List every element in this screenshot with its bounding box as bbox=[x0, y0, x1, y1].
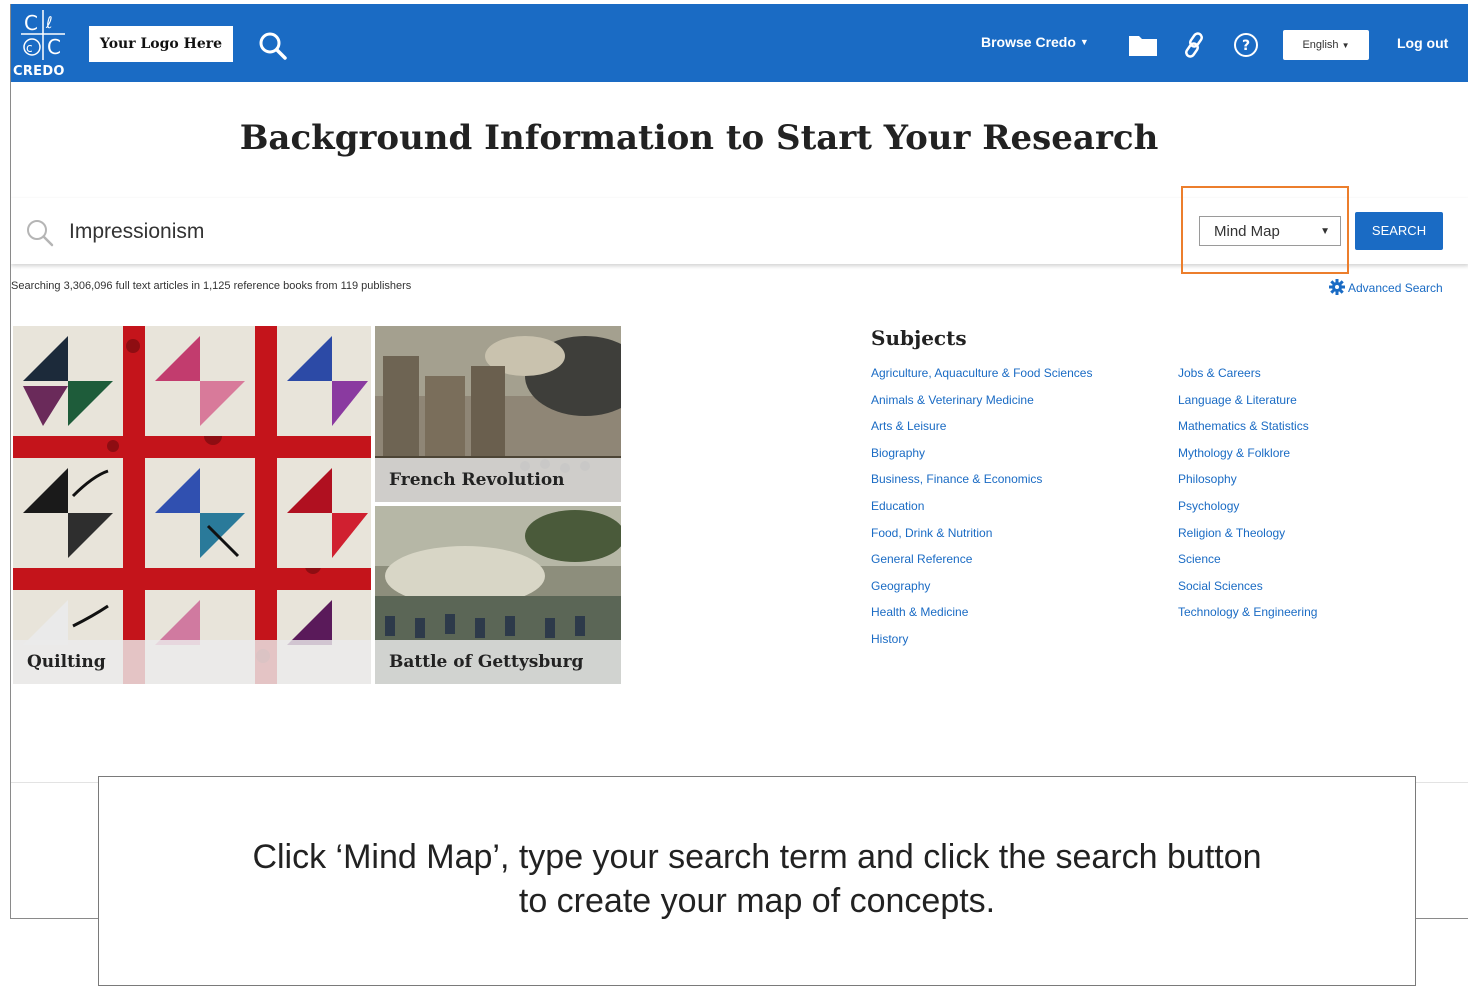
subject-link[interactable]: General Reference bbox=[871, 552, 1092, 579]
chevron-down-icon: ▼ bbox=[1341, 41, 1350, 50]
svg-text:C: C bbox=[24, 11, 38, 35]
tile-label: French Revolution bbox=[375, 458, 621, 502]
subject-link[interactable]: Agriculture, Aquaculture & Food Sciences bbox=[871, 366, 1092, 393]
caption-line-2: to create your map of concepts. bbox=[518, 882, 996, 920]
tile-label: Battle of Gettysburg bbox=[375, 640, 621, 684]
subject-link[interactable]: Education bbox=[871, 499, 1092, 526]
mind-map-highlight bbox=[1181, 186, 1349, 274]
subject-link[interactable]: Language & Literature bbox=[1178, 393, 1317, 420]
logout-link[interactable]: Log out bbox=[1397, 35, 1448, 51]
subject-link[interactable]: Arts & Leisure bbox=[871, 419, 1092, 446]
chevron-down-icon: ▼ bbox=[1079, 37, 1089, 47]
institution-logo[interactable]: Your Logo Here bbox=[89, 26, 233, 62]
subject-link[interactable]: Mathematics & Statistics bbox=[1178, 419, 1317, 446]
advanced-search-link[interactable]: Advanced Search bbox=[1329, 279, 1443, 295]
page-title: Background Information to Start Your Res… bbox=[239, 118, 1159, 158]
subject-link[interactable]: Jobs & Careers bbox=[1178, 366, 1317, 393]
subject-link[interactable]: Social Sciences bbox=[1178, 579, 1317, 606]
credo-wordmark: CREDO bbox=[13, 64, 65, 79]
subjects-column-1: Agriculture, Aquaculture & Food Sciences… bbox=[871, 366, 1092, 659]
gear-icon bbox=[1329, 279, 1345, 295]
subject-link[interactable]: Mythology & Folklore bbox=[1178, 446, 1317, 473]
subject-link[interactable]: Biography bbox=[871, 446, 1092, 473]
browse-credo-label: Browse Credo bbox=[981, 34, 1076, 50]
topic-tile-french-revolution[interactable]: French Revolution bbox=[375, 326, 621, 502]
search-icon bbox=[25, 218, 55, 248]
advanced-search-label: Advanced Search bbox=[1348, 281, 1443, 295]
svg-text:c: c bbox=[26, 41, 33, 55]
svg-text:?: ? bbox=[1242, 38, 1250, 54]
topic-tile-quilting[interactable]: Quilting bbox=[13, 326, 371, 684]
search-button[interactable]: SEARCH bbox=[1355, 212, 1443, 250]
browse-credo-menu[interactable]: Browse Credo ▼ bbox=[981, 34, 1089, 50]
topic-tile-battle-of-gettysburg[interactable]: Battle of Gettysburg bbox=[375, 506, 621, 684]
svg-text:C: C bbox=[47, 35, 61, 59]
svg-text:ℓ: ℓ bbox=[45, 13, 53, 32]
tile-label: Quilting bbox=[13, 640, 371, 684]
header-bar: C ℓ c C CREDO Your Logo Here Browse Cred… bbox=[11, 4, 1468, 82]
subjects-heading: Subjects bbox=[871, 326, 967, 350]
quilt-image bbox=[13, 326, 371, 684]
subject-link[interactable]: Religion & Theology bbox=[1178, 526, 1317, 553]
subject-link[interactable]: Philosophy bbox=[1178, 472, 1317, 499]
subject-link[interactable]: Business, Finance & Economics bbox=[871, 472, 1092, 499]
subject-link[interactable]: Food, Drink & Nutrition bbox=[871, 526, 1092, 553]
subject-link[interactable]: History bbox=[871, 632, 1092, 659]
subjects-column-2: Jobs & Careers Language & Literature Mathe… bbox=[1178, 366, 1317, 632]
subject-link[interactable]: Psychology bbox=[1178, 499, 1317, 526]
language-select[interactable]: English ▼ bbox=[1283, 30, 1369, 60]
credo-logo[interactable]: C ℓ c C CREDO bbox=[13, 10, 75, 79]
subject-link[interactable]: Geography bbox=[871, 579, 1092, 606]
subject-link[interactable]: Science bbox=[1178, 552, 1317, 579]
language-value: English bbox=[1302, 39, 1339, 51]
caption-text: Click ‘Mind Map’, type your search term … bbox=[99, 835, 1415, 923]
credo-mark-icon: C ℓ c C bbox=[21, 10, 65, 60]
subject-link[interactable]: Health & Medicine bbox=[871, 605, 1092, 632]
caption-line-1: Click ‘Mind Map’, type your search term … bbox=[252, 838, 1262, 876]
link-icon[interactable] bbox=[1183, 32, 1207, 58]
search-count-text: Searching 3,306,096 full text articles i… bbox=[11, 280, 412, 292]
search-input[interactable] bbox=[67, 212, 971, 252]
folder-icon[interactable] bbox=[1129, 34, 1157, 56]
subject-link[interactable]: Animals & Veterinary Medicine bbox=[871, 393, 1092, 420]
instruction-caption: Click ‘Mind Map’, type your search term … bbox=[98, 776, 1416, 986]
subject-link[interactable]: Technology & Engineering bbox=[1178, 605, 1317, 632]
help-icon[interactable]: ? bbox=[1233, 32, 1259, 58]
header-search-icon[interactable] bbox=[257, 30, 289, 62]
